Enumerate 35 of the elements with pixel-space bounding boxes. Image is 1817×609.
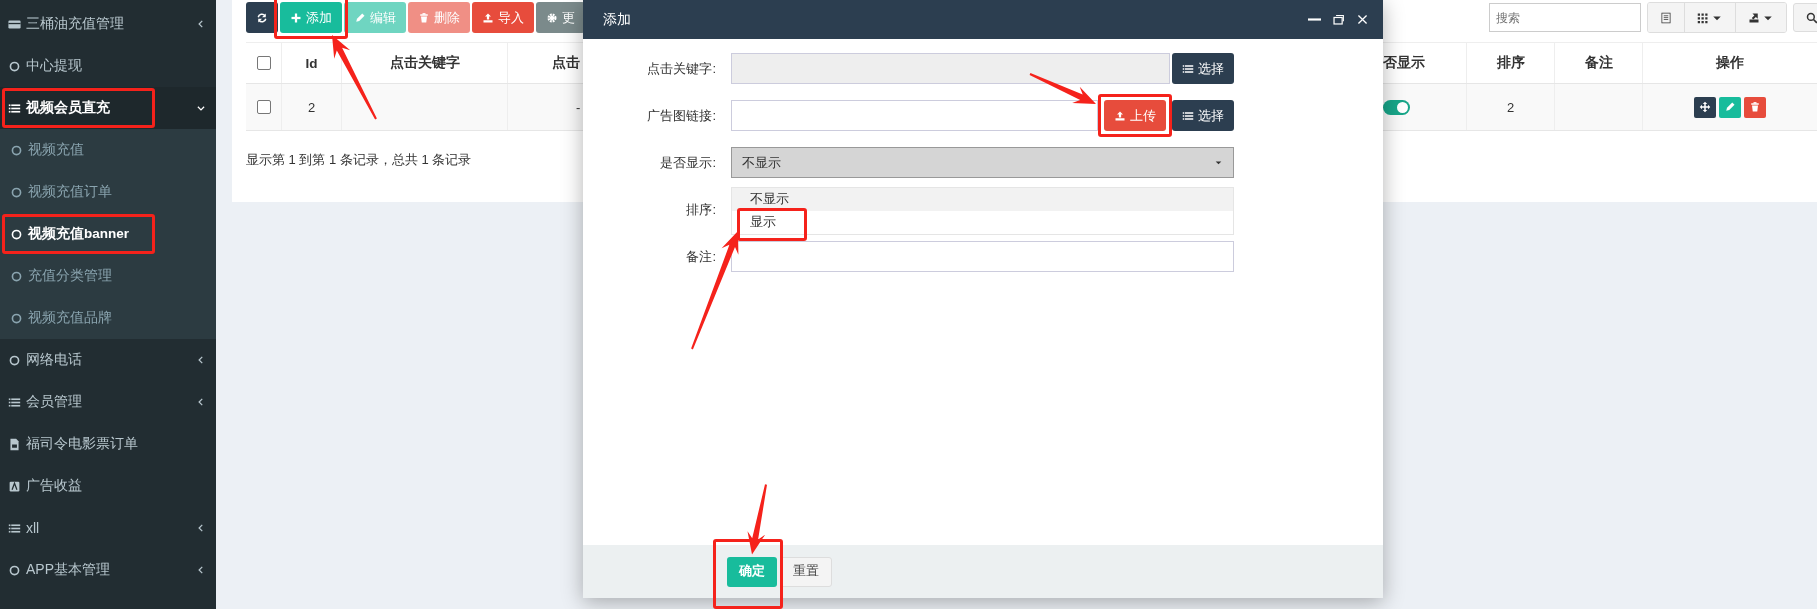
search-field[interactable]: 搜索 — [1489, 3, 1641, 32]
sidebar-item[interactable]: 视频充值 — [0, 129, 216, 171]
field-label: 是否显示: — [659, 153, 716, 172]
column-header: 排序 — [1467, 43, 1555, 83]
pagination-text: 显示第 1 到第 1 条记录，总共 1 条记录 — [246, 151, 472, 169]
table-cell: 2 — [1467, 84, 1555, 130]
select-button[interactable]: 选择 — [1172, 53, 1234, 84]
sidebar-item[interactable]: 充值分类管理 — [0, 255, 216, 297]
sidebar-item[interactable]: APP基本管理 — [0, 549, 216, 591]
field-label: 点击关键字: — [646, 59, 716, 78]
sidebar-item[interactable]: 视频充值banner — [0, 213, 216, 255]
sidebar-item[interactable]: xll — [0, 507, 216, 549]
dialog-title: 添加 — [603, 10, 631, 29]
toolbar-button[interactable]: 更 — [536, 2, 585, 33]
table-cell: 2 — [282, 84, 342, 130]
sidebar-item[interactable]: 会员管理 — [0, 381, 216, 423]
column-header: 操作 — [1643, 43, 1817, 83]
column-header: 备注 — [1555, 43, 1643, 83]
select-button[interactable]: 选择 — [1172, 100, 1234, 131]
sidebar-item[interactable]: 三桶油充值管理 — [0, 3, 216, 45]
sidebar-item[interactable]: 中心提现 — [0, 45, 216, 87]
field-label: 备注: — [685, 247, 716, 266]
field-label: 广告图链接: — [646, 106, 716, 125]
dropdown-select[interactable]: 不显示 — [731, 147, 1234, 178]
dropdown-option[interactable]: 显示 — [732, 211, 1233, 234]
sidebar-item[interactable]: 网络电话 — [0, 339, 216, 381]
sidebar-item[interactable]: 视频充值品牌 — [0, 297, 216, 339]
reset-button[interactable]: 重置 — [780, 556, 832, 587]
field-label: 排序: — [685, 200, 716, 219]
toolbar-button[interactable]: 导入 — [472, 2, 534, 33]
upload-button[interactable]: 上传 — [1104, 100, 1166, 131]
sidebar-item[interactable]: 视频充值订单 — [0, 171, 216, 213]
dropdown-option[interactable]: 不显示 — [732, 188, 1233, 211]
sidebar-item[interactable]: 福司令电影票订单 — [0, 423, 216, 465]
sidebar-item[interactable]: 广告收益 — [0, 465, 216, 507]
